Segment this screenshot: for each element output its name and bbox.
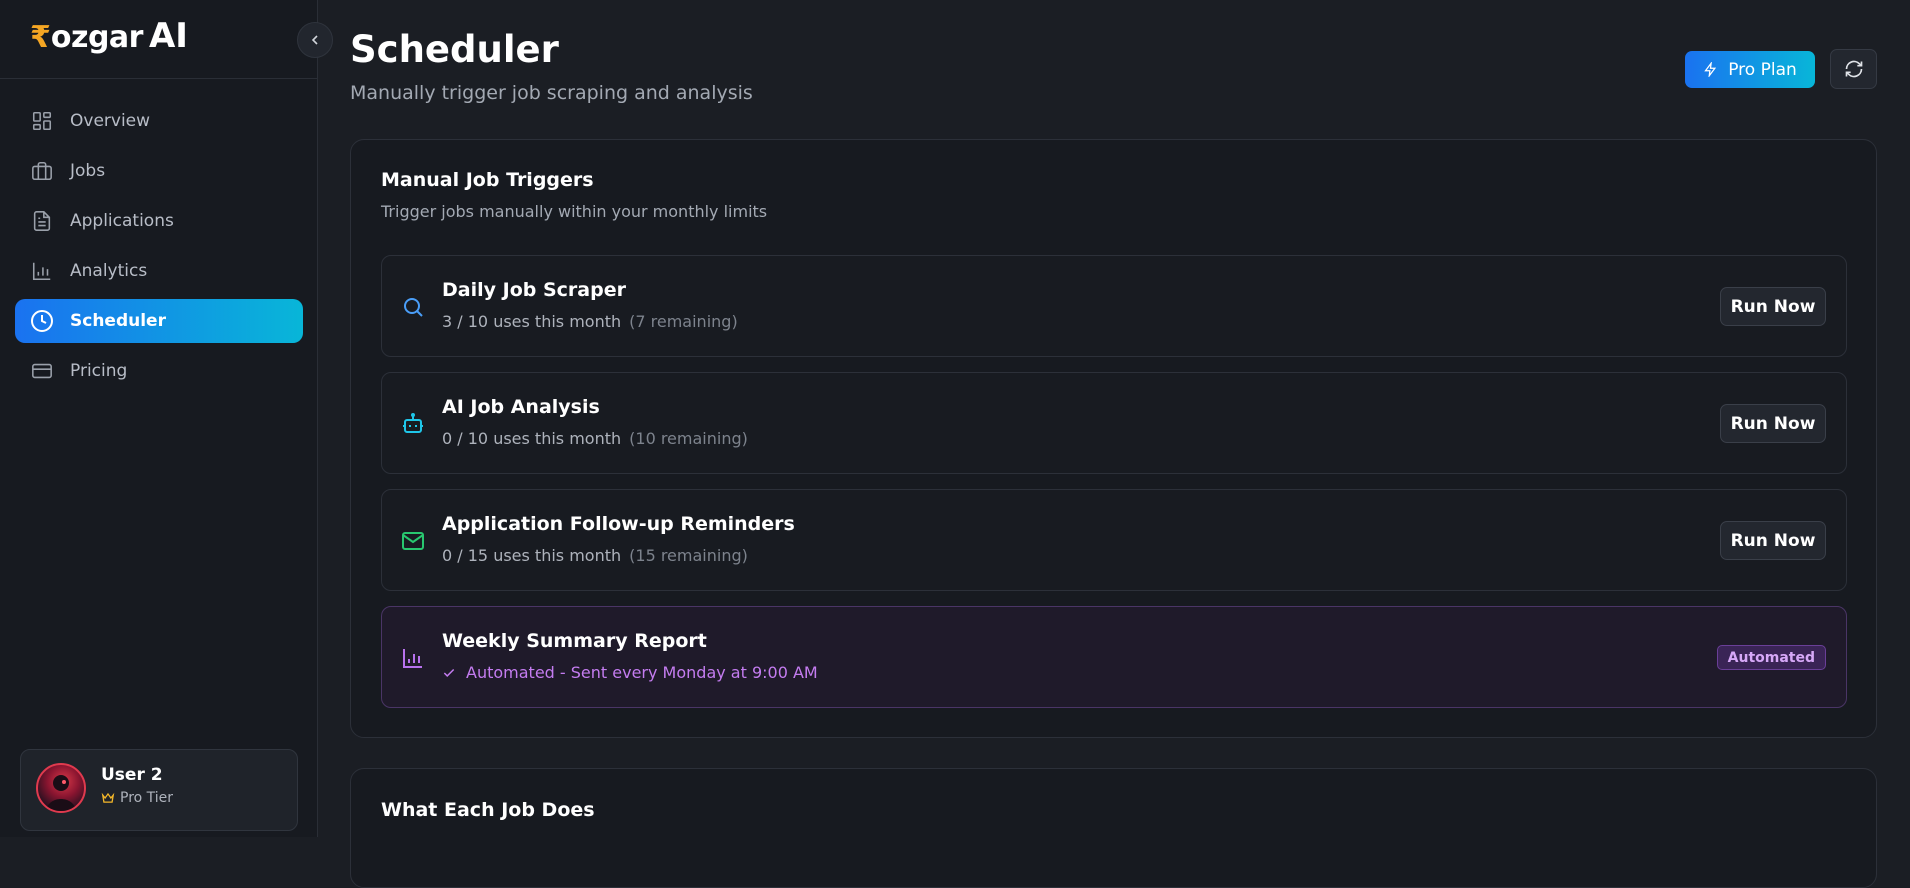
logo-name: ozgar [50, 20, 144, 55]
crown-icon [101, 791, 115, 805]
job-name: Application Follow-up Reminders [442, 513, 795, 535]
sidebar-item-applications[interactable]: Applications [15, 199, 303, 243]
clock-icon [30, 309, 54, 333]
job-usage-count: 0 / 15 uses this month [442, 546, 622, 565]
job-name: Daily Job Scraper [442, 279, 626, 301]
sidebar-item-jobs[interactable]: Jobs [15, 149, 303, 193]
job-name: Weekly Summary Report [442, 630, 707, 652]
pro-plan-label: Pro Plan [1728, 59, 1797, 80]
robot-icon [400, 411, 426, 437]
document-icon [30, 209, 54, 233]
sidebar-item-label: Scheduler [70, 311, 166, 331]
run-now-button[interactable]: Run Now [1720, 404, 1826, 443]
sidebar-item-label: Pricing [70, 361, 128, 381]
avatar [36, 763, 86, 813]
sidebar-item-pricing[interactable]: Pricing [15, 349, 303, 393]
job-remaining: (7 remaining) [629, 312, 738, 331]
run-now-button[interactable]: Run Now [1720, 521, 1826, 560]
triggers-title: Manual Job Triggers [381, 169, 594, 191]
job-remaining: (15 remaining) [629, 546, 748, 565]
briefcase-icon [30, 159, 54, 183]
job-usage-count: 0 / 10 uses this month [442, 429, 622, 448]
automation-status-text: Automated - Sent every Monday at 9:00 AM [466, 663, 818, 682]
sidebar-item-label: Analytics [70, 261, 148, 281]
collapse-sidebar-button[interactable] [297, 22, 333, 58]
run-now-button[interactable]: Run Now [1720, 287, 1826, 326]
job-usage: 0 / 10 uses this month (10 remaining) [442, 429, 748, 448]
sidebar-nav: Overview Jobs Applications Analytics Sch… [15, 99, 303, 399]
mail-icon [400, 528, 426, 554]
page-subtitle: Manually trigger job scraping and analys… [350, 82, 753, 104]
credit-card-icon [30, 359, 54, 383]
refresh-button[interactable] [1830, 49, 1877, 89]
bar-chart-icon [30, 259, 54, 283]
sidebar-item-scheduler[interactable]: Scheduler [15, 299, 303, 343]
lightning-icon [1703, 62, 1718, 77]
search-icon [400, 294, 426, 320]
bar-chart-icon [400, 645, 426, 671]
sidebar-item-label: Applications [70, 211, 174, 231]
job-row-ai-analysis: AI Job Analysis 0 / 10 uses this month (1… [381, 372, 1847, 474]
logo-ai: AI [148, 16, 188, 56]
sidebar: ₹ ozgar AI Overview Jobs Applications An… [0, 0, 318, 837]
automated-badge: Automated [1716, 645, 1826, 670]
logo-rupee: ₹ [30, 20, 51, 55]
job-row-weekly-summary: Weekly Summary Report Automated - Sent e… [381, 606, 1847, 708]
page-title: Scheduler [350, 28, 559, 71]
user-tier-label: Pro Tier [120, 790, 174, 806]
job-name: AI Job Analysis [442, 396, 600, 418]
job-usage-count: 3 / 10 uses this month [442, 312, 622, 331]
sidebar-divider [0, 78, 318, 79]
job-remaining: (10 remaining) [629, 429, 748, 448]
user-name: User 2 [101, 765, 163, 785]
brand-logo[interactable]: ₹ ozgar AI [30, 16, 188, 56]
job-usage: 0 / 15 uses this month (15 remaining) [442, 546, 748, 565]
user-card[interactable]: User 2 Pro Tier [20, 749, 298, 831]
user-tier: Pro Tier [101, 790, 173, 806]
refresh-icon [1844, 59, 1864, 79]
chevron-left-icon [307, 32, 323, 48]
job-info-title: What Each Job Does [381, 799, 595, 821]
job-usage: 3 / 10 uses this month (7 remaining) [442, 312, 738, 331]
job-info-card [350, 768, 1877, 888]
grid-icon [30, 109, 54, 133]
automation-status: Automated - Sent every Monday at 9:00 AM [442, 663, 818, 682]
sidebar-item-label: Overview [70, 111, 151, 131]
pro-plan-button[interactable]: Pro Plan [1685, 51, 1815, 88]
sidebar-item-overview[interactable]: Overview [15, 99, 303, 143]
check-icon [442, 666, 456, 680]
job-row-followup-reminders: Application Follow-up Reminders 0 / 15 u… [381, 489, 1847, 591]
job-row-daily-scraper: Daily Job Scraper 3 / 10 uses this month… [381, 255, 1847, 357]
triggers-subtitle: Trigger jobs manually within your monthl… [381, 202, 768, 221]
sidebar-item-label: Jobs [70, 161, 106, 181]
sidebar-item-analytics[interactable]: Analytics [15, 249, 303, 293]
